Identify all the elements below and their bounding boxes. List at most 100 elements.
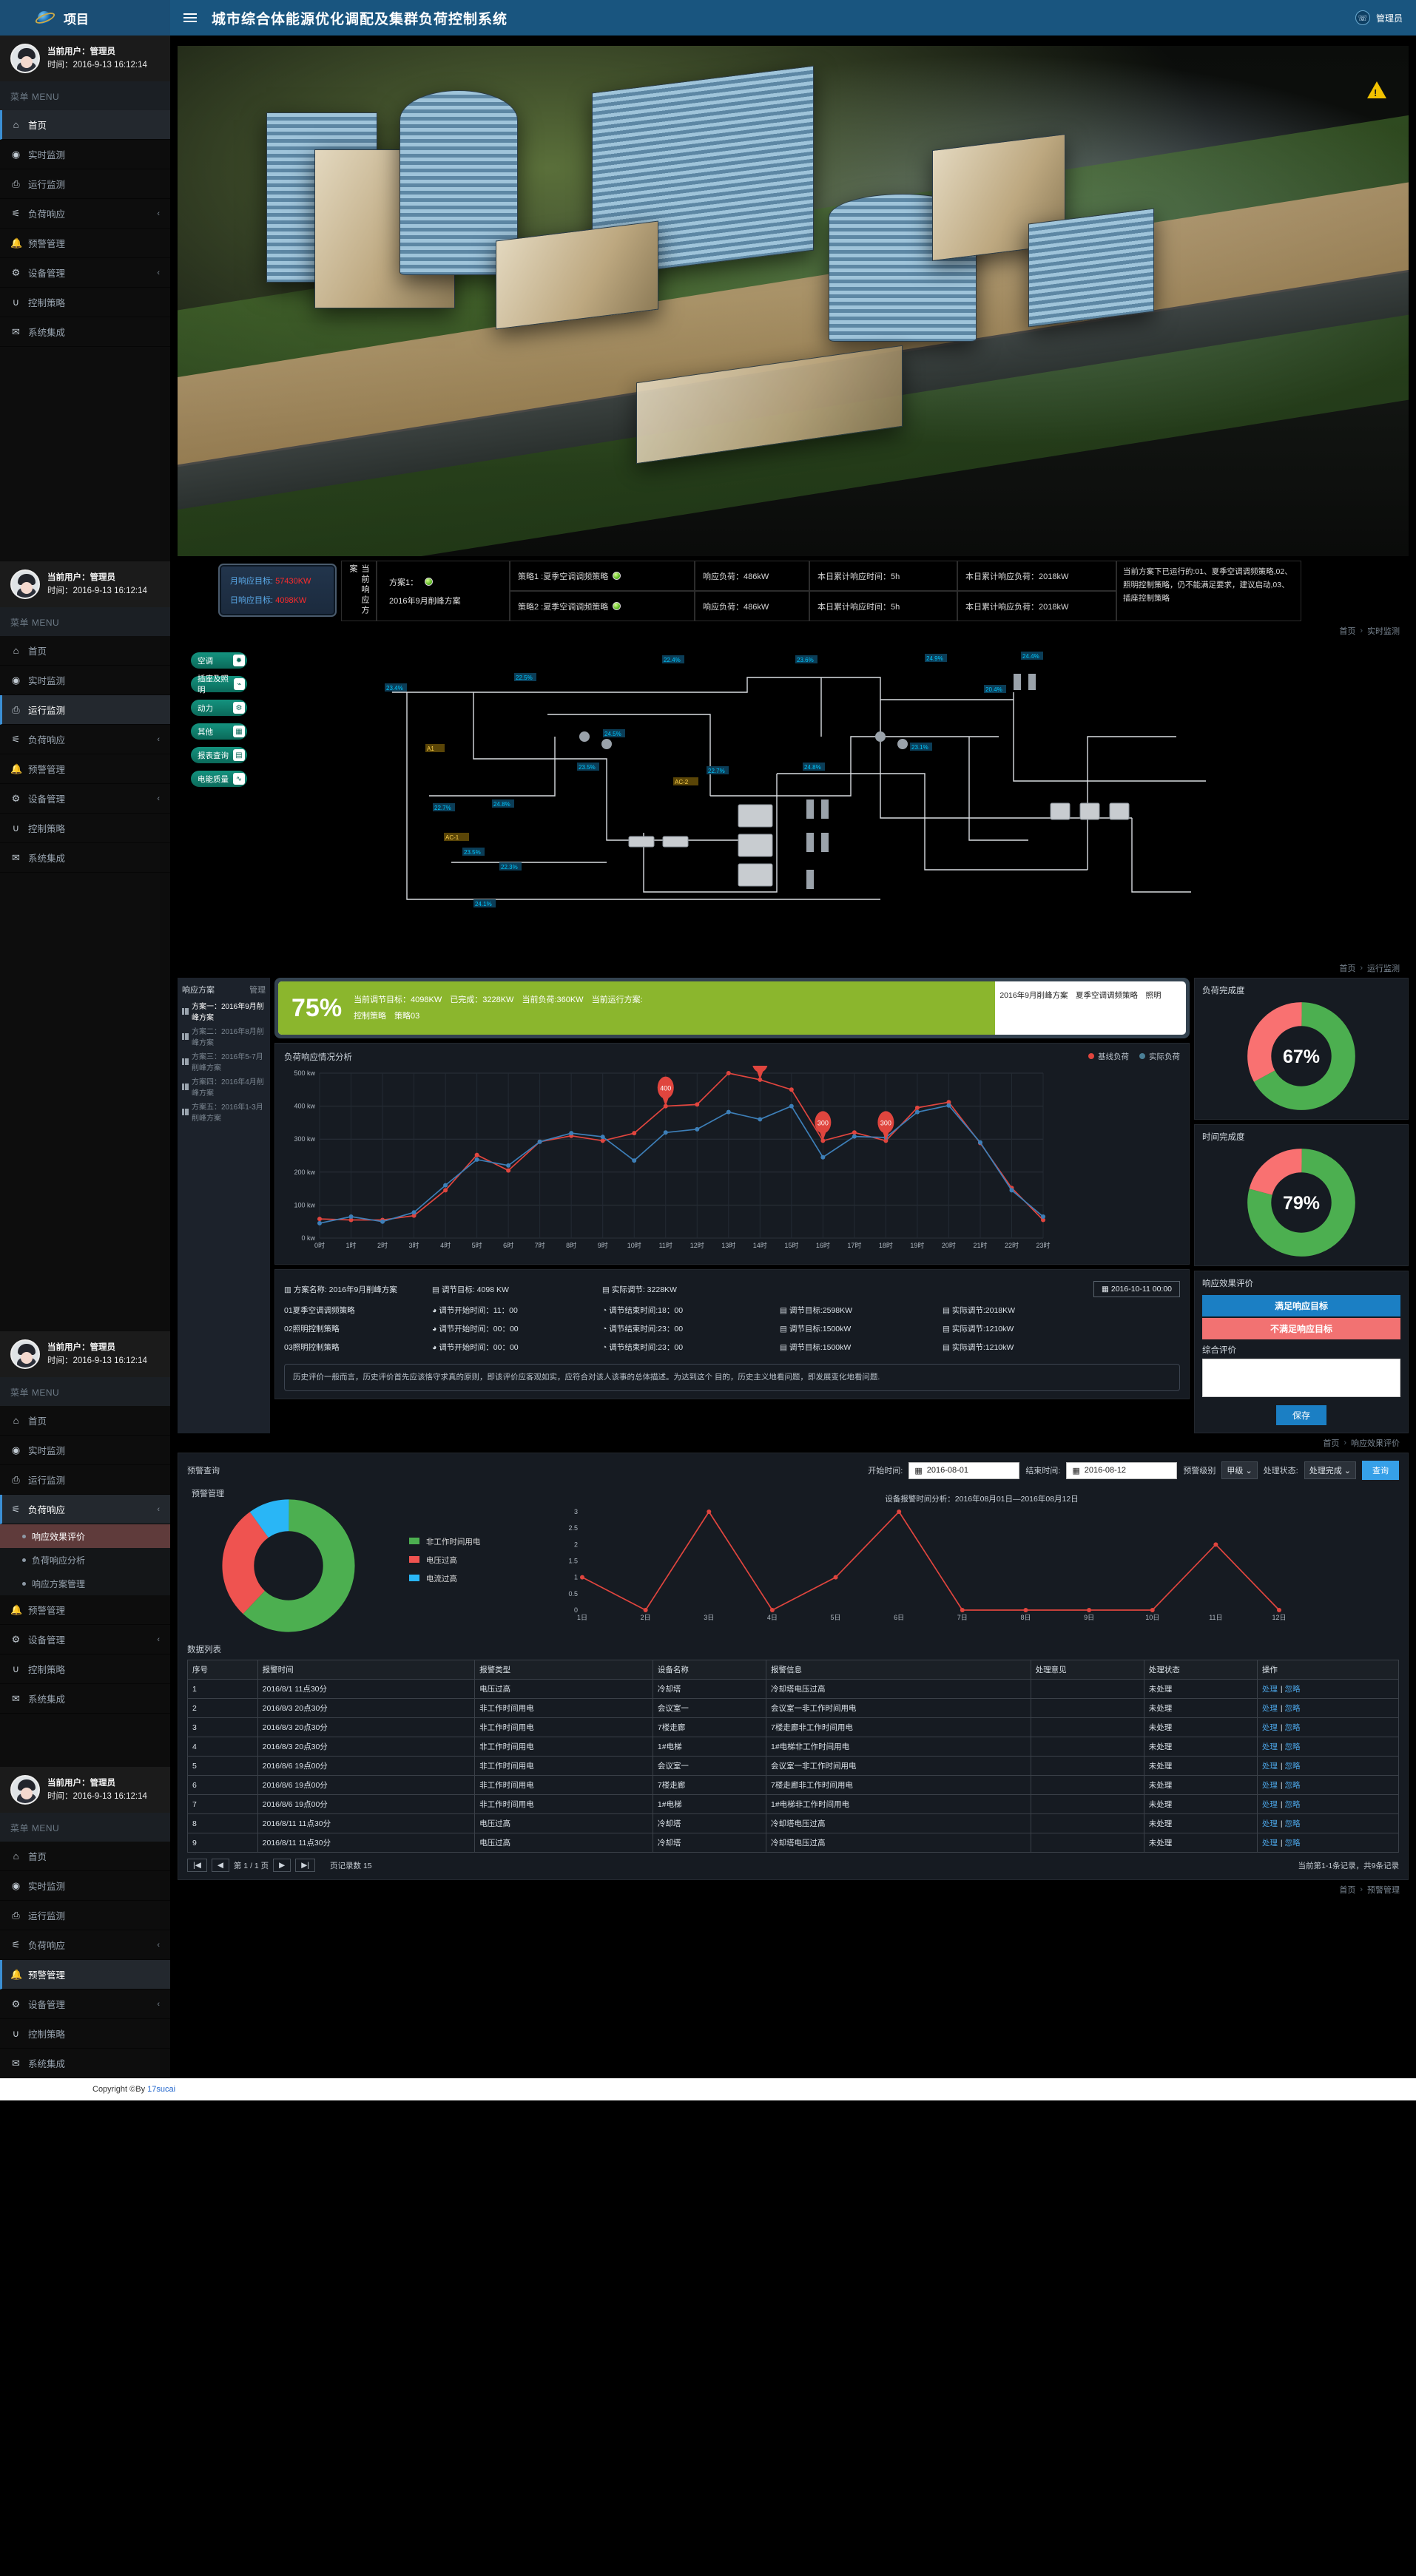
plan-manage-link[interactable]: 管理 xyxy=(249,984,266,995)
alarm-type-donut[interactable] xyxy=(203,1499,374,1632)
end-date-input[interactable]: ▦ 2016-08-12 xyxy=(1066,1462,1177,1479)
first-page-button[interactable]: |◀ xyxy=(187,1859,207,1872)
row-action-process[interactable]: 处理 xyxy=(1262,1742,1278,1751)
sidebar-item-realtime[interactable]: ◉ 实时监测 xyxy=(0,666,170,695)
sidebar-item-device[interactable]: ⚙ 设备管理 ‹ xyxy=(0,784,170,814)
comment-textarea[interactable] xyxy=(1202,1359,1400,1397)
breadcrumb-home[interactable]: 首页 xyxy=(1339,1884,1355,1896)
sidebar-item-alarm[interactable]: 🔔 预警管理 xyxy=(0,1960,170,1990)
legend-item[interactable]: 电压过高 xyxy=(409,1552,564,1570)
sidebar-item-operation[interactable]: ⎙ 运行监测 xyxy=(0,695,170,725)
sidebar-item-home[interactable]: ⌂ 首页 xyxy=(0,110,170,140)
meet-target-button[interactable]: 满足响应目标 xyxy=(1202,1295,1400,1316)
scada-btn-power-quality[interactable]: 电能质量 ∿ xyxy=(191,771,247,787)
sidebar-subitem-response-evaluation[interactable]: 响应效果评价 xyxy=(0,1524,170,1548)
row-action-ignore[interactable]: 忽略 xyxy=(1285,1685,1301,1694)
sidebar-item-home[interactable]: ⌂ 首页 xyxy=(0,1406,170,1436)
table-row[interactable]: 52016/8/6 19点00分非工作时间用电会议室一会议室一非工作时间用电未处… xyxy=(188,1757,1399,1776)
sidebar-item-system-integration[interactable]: ✉ 系统集成 xyxy=(0,1684,170,1714)
plan-item[interactable]: 方案四：2016年4月削峰方案 xyxy=(182,1075,266,1098)
row-action-ignore[interactable]: 忽略 xyxy=(1285,1839,1301,1848)
row-action-ignore[interactable]: 忽略 xyxy=(1285,1723,1301,1732)
scada-btn-report[interactable]: 报表查询 ▤ xyxy=(191,747,247,763)
table-row[interactable]: 82016/8/11 11点30分电压过高冷却塔冷却塔电压过高未处理处理| 忽略 xyxy=(188,1814,1399,1833)
table-row[interactable]: 42016/8/3 20点30分非工作时间用电1#电梯1#电梯非工作时间用电未处… xyxy=(188,1737,1399,1757)
sidebar-item-system-integration[interactable]: ✉ 系统集成 xyxy=(0,843,170,873)
sidebar-item-control-strategy[interactable]: ∪ 控制策略 xyxy=(0,814,170,843)
sidebar-item-alarm[interactable]: 🔔 预警管理 xyxy=(0,754,170,784)
sidebar-subitem-plan-management[interactable]: 响应方案管理 xyxy=(0,1572,170,1595)
row-action-process[interactable]: 处理 xyxy=(1262,1781,1278,1790)
sidebar-item-realtime[interactable]: ◉ 实时监测 xyxy=(0,1871,170,1901)
row-action-process[interactable]: 处理 xyxy=(1262,1723,1278,1732)
date-picker[interactable]: ▦ 2016-10-11 00:00 xyxy=(1093,1281,1180,1297)
row-action-process[interactable]: 处理 xyxy=(1262,1762,1278,1771)
sidebar-subitem-load-analysis[interactable]: 负荷响应分析 xyxy=(0,1548,170,1572)
sidebar-item-control-strategy[interactable]: ∪ 控制策略 xyxy=(0,1654,170,1684)
sidebar-item-realtime[interactable]: ◉ 实时监测 xyxy=(0,140,170,169)
row-action-process[interactable]: 处理 xyxy=(1262,1839,1278,1848)
sidebar-item-alarm[interactable]: 🔔 预警管理 xyxy=(0,229,170,258)
page-size-label[interactable]: 页记录数 15 xyxy=(330,1860,372,1871)
headset-icon[interactable]: ☏ xyxy=(1355,10,1370,25)
sidebar-item-home[interactable]: ⌂ 首页 xyxy=(0,1842,170,1871)
plan-item[interactable]: 方案二：2016年8月削峰方案 xyxy=(182,1025,266,1047)
plan-item[interactable]: 方案五：2016年1-3月削峰方案 xyxy=(182,1101,266,1123)
last-page-button[interactable]: ▶| xyxy=(295,1859,315,1872)
row-action-ignore[interactable]: 忽略 xyxy=(1285,1762,1301,1771)
sidebar-item-control-strategy[interactable]: ∪ 控制策略 xyxy=(0,288,170,317)
next-page-button[interactable]: ▶ xyxy=(273,1859,291,1872)
sidebar-item-device[interactable]: ⚙ 设备管理 ‹ xyxy=(0,258,170,288)
alarm-time-line-chart[interactable]: 00.511.522.531日2日3日4日5日6日7日8日9日10日11日12日 xyxy=(564,1504,1289,1626)
top-user-label[interactable]: 管理员 xyxy=(1376,12,1403,24)
save-button[interactable]: 保存 xyxy=(1276,1405,1326,1425)
row-action-process[interactable]: 处理 xyxy=(1262,1800,1278,1809)
sidebar-item-device[interactable]: ⚙ 设备管理 ‹ xyxy=(0,1625,170,1654)
sidebar-item-realtime[interactable]: ◉ 实时监测 xyxy=(0,1436,170,1465)
level-select[interactable]: 甲级 ⌄ xyxy=(1221,1461,1257,1479)
sidebar-item-control-strategy[interactable]: ∪ 控制策略 xyxy=(0,2019,170,2049)
row-action-ignore[interactable]: 忽略 xyxy=(1285,1819,1301,1828)
sidebar-item-load-response[interactable]: ⚟ 负荷响应 ‹ xyxy=(0,725,170,754)
table-row[interactable]: 12016/8/1 11点30分电压过高冷却塔冷却塔电压过高未处理处理| 忽略 xyxy=(188,1680,1399,1699)
row-action-process[interactable]: 处理 xyxy=(1262,1704,1278,1713)
scada-diagram[interactable]: 23.4% 22.5% 22.4% 23.6% 24.9% 24.4% 20.4… xyxy=(363,648,1235,946)
sidebar-item-load-response[interactable]: ⚟ 负荷响应 ‹ xyxy=(0,1495,170,1524)
legend-item[interactable]: 非工作时间用电 xyxy=(409,1533,564,1552)
sidebar-item-system-integration[interactable]: ✉ 系统集成 xyxy=(0,2049,170,2078)
hamburger-icon[interactable] xyxy=(183,13,197,22)
legend-item[interactable]: 电流过高 xyxy=(409,1570,564,1589)
footer-link[interactable]: 17sucai xyxy=(147,2085,175,2094)
plan-item[interactable]: 方案三：2016年5-7月削峰方案 xyxy=(182,1050,266,1072)
sidebar-item-system-integration[interactable]: ✉ 系统集成 xyxy=(0,317,170,347)
not-meet-target-button[interactable]: 不满足响应目标 xyxy=(1202,1318,1400,1339)
load-response-line-chart[interactable]: 0 kw100 kw200 kw300 kw400 kw500 kw0时1时2时… xyxy=(284,1066,1053,1254)
scada-btn-socket-lighting[interactable]: 插座及照明 ⌁ xyxy=(191,676,247,692)
table-row[interactable]: 92016/8/11 11点30分电压过高冷却塔冷却塔电压过高未处理处理| 忽略 xyxy=(188,1833,1399,1853)
status-select[interactable]: 处理完成 ⌄ xyxy=(1304,1461,1356,1479)
sidebar-item-operation[interactable]: ⎙ 运行监测 xyxy=(0,1465,170,1495)
sidebar-item-alarm[interactable]: 🔔 预警管理 xyxy=(0,1595,170,1625)
row-action-process[interactable]: 处理 xyxy=(1262,1685,1278,1694)
table-row[interactable]: 72016/8/6 19点00分非工作时间用电1#电梯1#电梯非工作时间用电未处… xyxy=(188,1795,1399,1814)
start-date-input[interactable]: ▦ 2016-08-01 xyxy=(908,1462,1019,1479)
sidebar-item-load-response[interactable]: ⚟ 负荷响应 ‹ xyxy=(0,199,170,229)
table-row[interactable]: 22016/8/3 20点30分非工作时间用电会议室一会议室一非工作时间用电未处… xyxy=(188,1699,1399,1718)
breadcrumb-home[interactable]: 首页 xyxy=(1339,625,1355,637)
row-action-ignore[interactable]: 忽略 xyxy=(1285,1800,1301,1809)
breadcrumb-home[interactable]: 首页 xyxy=(1339,962,1355,974)
sidebar-item-home[interactable]: ⌂ 首页 xyxy=(0,636,170,666)
table-row[interactable]: 62016/8/6 19点00分非工作时间用电7楼走廊7楼走廊非工作时间用电未处… xyxy=(188,1776,1399,1795)
scada-btn-other[interactable]: 其他 ▦ xyxy=(191,723,247,740)
scada-btn-hvac[interactable]: 空调 ✹ xyxy=(191,652,247,669)
row-action-ignore[interactable]: 忽略 xyxy=(1285,1781,1301,1790)
prev-page-button[interactable]: ◀ xyxy=(212,1859,229,1872)
query-button[interactable]: 查询 xyxy=(1362,1461,1399,1480)
brand-area[interactable]: 项目 xyxy=(0,0,170,36)
sidebar-item-load-response[interactable]: ⚟ 负荷响应 ‹ xyxy=(0,1930,170,1960)
breadcrumb-home[interactable]: 首页 xyxy=(1323,1437,1339,1449)
sidebar-item-operation[interactable]: ⎙ 运行监测 xyxy=(0,169,170,199)
sidebar-item-operation[interactable]: ⎙ 运行监测 xyxy=(0,1901,170,1930)
row-action-ignore[interactable]: 忽略 xyxy=(1285,1742,1301,1751)
row-action-ignore[interactable]: 忽略 xyxy=(1285,1704,1301,1713)
